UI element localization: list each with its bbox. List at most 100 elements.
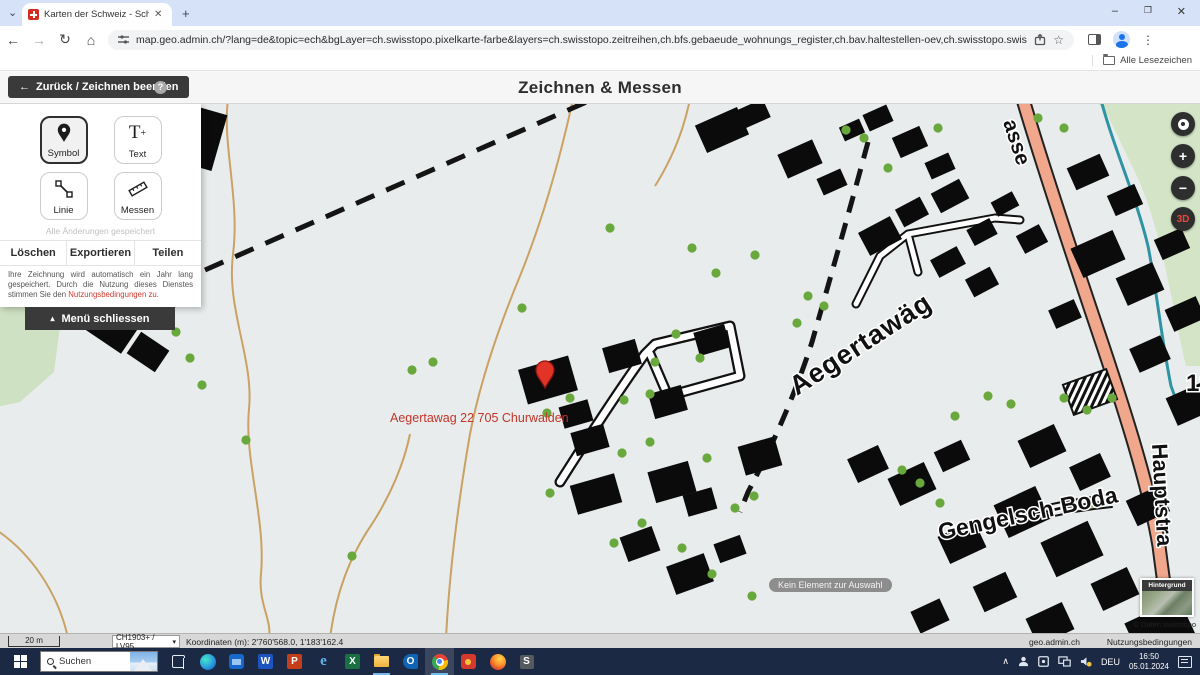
taskbar-search-input[interactable]: Suchen	[40, 651, 158, 672]
orientation-button[interactable]	[1171, 112, 1195, 136]
tool-label: Text	[129, 149, 146, 160]
mail-icon[interactable]	[222, 648, 251, 675]
outlook-icon[interactable]: O	[396, 648, 425, 675]
export-button[interactable]: Exportieren	[66, 241, 133, 265]
all-bookmarks-button[interactable]: Alle Lesezeichen	[1092, 55, 1192, 66]
start-button[interactable]	[0, 648, 40, 675]
tab-close-icon[interactable]: ✕	[154, 9, 162, 20]
edge-number-label: 12	[1186, 370, 1200, 397]
tree-dot	[565, 393, 574, 402]
geoadmin-link[interactable]: geo.admin.ch	[1029, 637, 1080, 647]
share-icon[interactable]	[1034, 34, 1046, 46]
chrome-icon[interactable]	[425, 648, 454, 675]
clock-time: 16:50	[1139, 652, 1159, 661]
tab-title: Karten der Schweiz - Schweize	[44, 9, 149, 20]
terms-of-use-link[interactable]: Nutzungsbedingungen	[1107, 637, 1192, 647]
tool-label: Symbol	[48, 148, 80, 159]
locate-icon	[1178, 119, 1189, 130]
zoom-out-button[interactable]: −	[1171, 176, 1195, 200]
close-menu-button[interactable]: ▴ Menü schliessen	[25, 307, 175, 330]
tune-icon	[118, 34, 129, 45]
coordinates-readout: Koordinaten (m): 2'760'568.0, 1'183'162.…	[186, 637, 343, 647]
tree-dot	[687, 243, 696, 252]
profile-avatar[interactable]	[1113, 31, 1130, 48]
satellite-thumbnail	[1142, 591, 1192, 615]
address-bar[interactable]: map.geo.admin.ch/?lang=de&topic=ech&bgLa…	[108, 30, 1074, 50]
background-layer-widget[interactable]: Hintergrund	[1140, 578, 1194, 617]
bookmark-star-icon[interactable]: ☆	[1053, 33, 1064, 47]
forward-icon[interactable]: →	[26, 32, 52, 48]
tree-dot	[702, 453, 711, 462]
new-tab-button[interactable]: +	[182, 6, 190, 21]
projection-select[interactable]: CH1903+ / LV95 ▾	[112, 635, 180, 648]
back-icon[interactable]: ←	[0, 32, 26, 48]
tree-dot	[695, 353, 704, 362]
tool-line-button[interactable]: Linie	[40, 172, 88, 220]
browser-tabstrip: ⌄ Karten der Schweiz - Schweize ✕ + – ❐ …	[0, 0, 1200, 26]
tool-text-button[interactable]: T+ Text	[114, 116, 162, 164]
tree-dot	[197, 380, 206, 389]
tree-dot	[750, 250, 759, 259]
browser-menu-icon[interactable]: ⋮	[1142, 33, 1154, 47]
firefox-icon[interactable]	[483, 648, 512, 675]
tree-dot	[819, 301, 828, 310]
map-canvas[interactable]: Aegertawäg Gengelsch-Boda Hauptstra asse…	[0, 104, 1200, 633]
tree-dot	[650, 357, 659, 366]
browser-tab[interactable]: Karten der Schweiz - Schweize ✕	[22, 3, 172, 26]
excel-icon[interactable]: X	[338, 648, 367, 675]
share-button[interactable]: Teilen	[134, 241, 201, 265]
action-center-icon[interactable]	[1178, 656, 1192, 668]
marker-address-label: Aegertawag 22 705 Churwalden	[390, 411, 569, 425]
help-button[interactable]: ?	[154, 81, 167, 94]
taskbar-clock[interactable]: 16:50 05.01.2024	[1129, 652, 1169, 672]
task-view-icon	[172, 655, 185, 668]
red-app-icon[interactable]	[454, 648, 483, 675]
tree-dot	[645, 437, 654, 446]
tree-dot	[609, 538, 618, 547]
edge-icon[interactable]	[193, 648, 222, 675]
tray-app-window-icon[interactable]	[1038, 656, 1049, 667]
language-indicator[interactable]: DEU	[1101, 657, 1120, 667]
tool-measure-button[interactable]: Messen	[114, 172, 162, 220]
screen: ⌄ Karten der Schweiz - Schweize ✕ + – ❐ …	[0, 0, 1200, 675]
s-app-icon[interactable]: S	[512, 648, 541, 675]
word-icon[interactable]: W	[251, 648, 280, 675]
window-restore-button[interactable]: ❐	[1144, 5, 1152, 16]
disclaimer-text: Ihre Zeichnung wird automatisch ein Jahr…	[8, 270, 193, 300]
tree-dot	[645, 389, 654, 398]
zoom-in-button[interactable]: +	[1171, 144, 1195, 168]
tree-dot	[747, 591, 756, 600]
window-minimize-button[interactable]: –	[1112, 5, 1118, 17]
tree-dot	[407, 365, 416, 374]
selection-tooltip: Kein Element zur Auswahl	[769, 578, 892, 592]
tree-dot	[1082, 405, 1091, 414]
side-panel-icon[interactable]	[1088, 34, 1101, 45]
map-status-bar: 20 m CH1903+ / LV95 ▾ Koordinaten (m): 2…	[0, 633, 1200, 648]
tree-dot	[803, 291, 812, 300]
internet-explorer-icon[interactable]: e	[309, 648, 338, 675]
tool-symbol-button[interactable]: Symbol	[40, 116, 88, 164]
tree-dot	[1107, 393, 1116, 402]
file-explorer-icon[interactable]	[367, 648, 396, 675]
task-view-button[interactable]	[164, 648, 193, 675]
tree-dot	[605, 223, 614, 232]
search-icon	[47, 658, 54, 665]
home-icon[interactable]: ⌂	[78, 32, 104, 48]
windows-logo-icon	[14, 655, 27, 668]
tray-volume-icon[interactable]	[1080, 656, 1092, 667]
search-placeholder: Suchen	[59, 656, 91, 667]
reload-icon[interactable]: ↻	[52, 31, 78, 48]
tree-dot	[883, 163, 892, 172]
tab-search-icon[interactable]: ⌄	[8, 6, 17, 19]
delete-button[interactable]: Löschen	[0, 241, 66, 265]
tree-dot	[1033, 113, 1042, 122]
tray-display-icon[interactable]	[1058, 656, 1071, 667]
terms-link[interactable]: Nutzungsbedingungen zu.	[68, 290, 159, 299]
tree-dot	[707, 569, 716, 578]
tree-dot	[347, 551, 356, 560]
tray-person-icon[interactable]	[1018, 656, 1029, 667]
window-close-button[interactable]: ✕	[1177, 5, 1186, 18]
powerpoint-icon[interactable]: P	[280, 648, 309, 675]
tray-chevron-icon[interactable]: ∧	[1002, 656, 1009, 667]
threed-button[interactable]: 3D	[1171, 207, 1195, 231]
